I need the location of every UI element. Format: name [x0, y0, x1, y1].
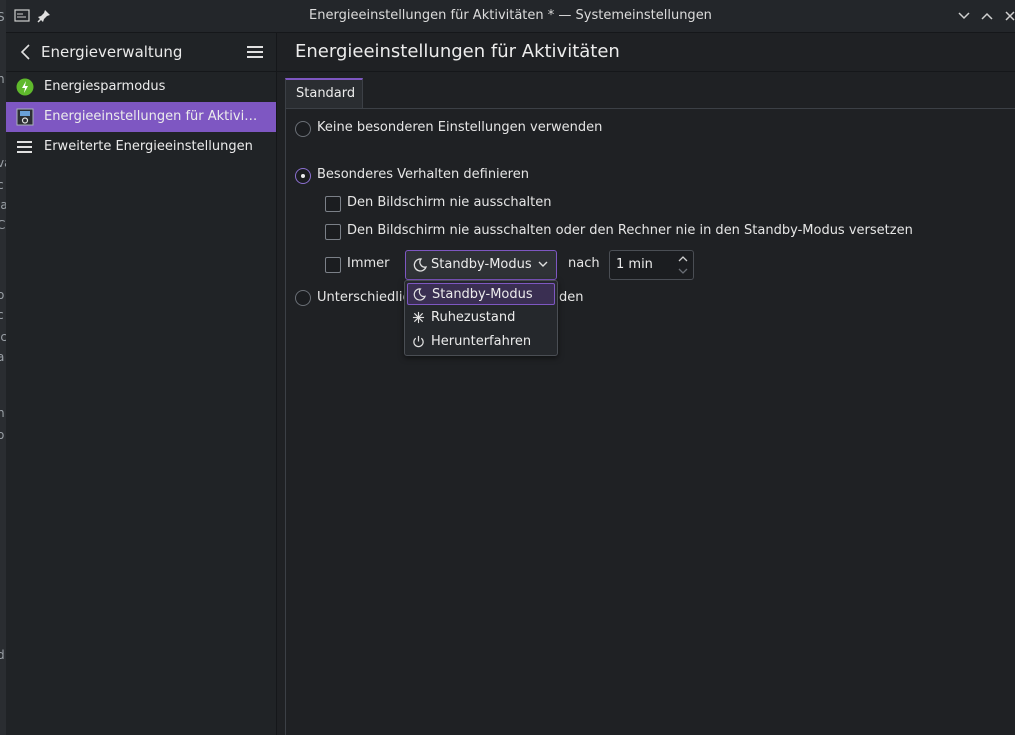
minimize-chevron-icon[interactable] — [956, 8, 972, 24]
activities-icon — [16, 108, 34, 126]
sidebar-item-erweiterte-energieeinstellungen[interactable]: Erweiterte Energieeinstellungen — [6, 132, 276, 162]
main-content: Energieeinstellungen für Aktivitäten Sta… — [277, 33, 1015, 735]
sidebar-item-energieeinstellungen-aktivitaeten[interactable]: Energieeinstellungen für Aktivi… — [6, 102, 276, 132]
sidebar-title: Energieverwaltung — [41, 43, 183, 61]
tab-standard[interactable]: Standard — [285, 78, 363, 108]
delay-spinbox[interactable]: 1 min — [609, 250, 694, 280]
hamburger-menu-icon[interactable] — [246, 44, 264, 60]
tab-label: Standard — [296, 86, 356, 101]
power-icon — [412, 335, 425, 348]
page-title: Energieeinstellungen für Aktivitäten — [295, 41, 620, 62]
main-header: Energieeinstellungen für Aktivitäten — [277, 33, 1015, 72]
never-screen-or-standby-checkbox[interactable] — [325, 224, 341, 240]
sidebar: Energieverwaltung Energiesparmodus Energ… — [6, 33, 277, 735]
dropdown-option-label: Standby-Modus — [432, 287, 533, 302]
no-special-radio[interactable] — [295, 121, 311, 137]
tab-pane-left-border — [285, 108, 286, 735]
menu-lines-icon — [16, 138, 34, 156]
dropdown-option-label: Herunterfahren — [431, 334, 532, 349]
define-behavior-radio[interactable] — [295, 168, 311, 184]
maximize-chevron-icon[interactable] — [979, 8, 995, 24]
dropdown-option-standby[interactable]: Standby-Modus — [407, 283, 555, 305]
sidebar-header: Energieverwaltung — [6, 33, 276, 72]
dropdown-option-label: Ruhezustand — [431, 310, 516, 325]
always-label: Immer — [347, 256, 390, 271]
moon-icon — [413, 288, 427, 301]
tab-pane-border — [285, 108, 1015, 109]
define-behavior-label: Besonderes Verhalten definieren — [317, 167, 529, 182]
close-icon[interactable] — [1002, 8, 1015, 24]
spin-up-icon[interactable] — [677, 253, 689, 263]
lightning-icon — [16, 78, 34, 96]
never-screen-off-checkbox[interactable] — [325, 196, 341, 212]
sidebar-item-label: Erweiterte Energieeinstellungen — [44, 139, 253, 154]
different-settings-label-tail: den — [559, 290, 584, 305]
back-arrow-icon[interactable] — [18, 43, 34, 61]
title-bar: Energieeinstellungen für Aktivitäten * —… — [6, 0, 1015, 33]
sidebar-item-energiesparmodus[interactable]: Energiesparmodus — [6, 72, 276, 102]
always-checkbox[interactable] — [325, 257, 341, 273]
after-label: nach — [568, 256, 600, 271]
no-special-label: Keine besonderen Einstellungen verwenden — [317, 120, 603, 135]
sidebar-item-label: Energiesparmodus — [44, 79, 166, 94]
chevron-down-icon — [536, 257, 550, 271]
never-screen-or-standby-label: Den Bildschirm nie ausschalten oder den … — [347, 223, 913, 238]
dropdown-option-shutdown[interactable]: Herunterfahren — [407, 331, 555, 353]
combobox-value: Standby-Modus — [431, 257, 532, 272]
action-dropdown-popup: Standby-Modus Ruhezustand Herunterfahren — [404, 280, 558, 356]
window-title: Energieeinstellungen für Aktivitäten * —… — [309, 8, 712, 23]
different-settings-radio[interactable] — [295, 290, 311, 306]
sidebar-item-label: Energieeinstellungen für Aktivi… — [44, 109, 258, 124]
action-combobox[interactable]: Standby-Modus — [405, 250, 557, 280]
tab-bar: Standard — [277, 71, 1015, 109]
snowflake-icon — [412, 311, 425, 324]
never-screen-off-label: Den Bildschirm nie ausschalten — [347, 195, 552, 210]
spin-down-icon[interactable] — [677, 265, 689, 275]
different-settings-label: Unterschiedlic — [317, 290, 410, 305]
dropdown-option-hibernate[interactable]: Ruhezustand — [407, 307, 555, 329]
moon-icon — [413, 258, 428, 272]
spinbox-value: 1 min — [616, 257, 653, 272]
